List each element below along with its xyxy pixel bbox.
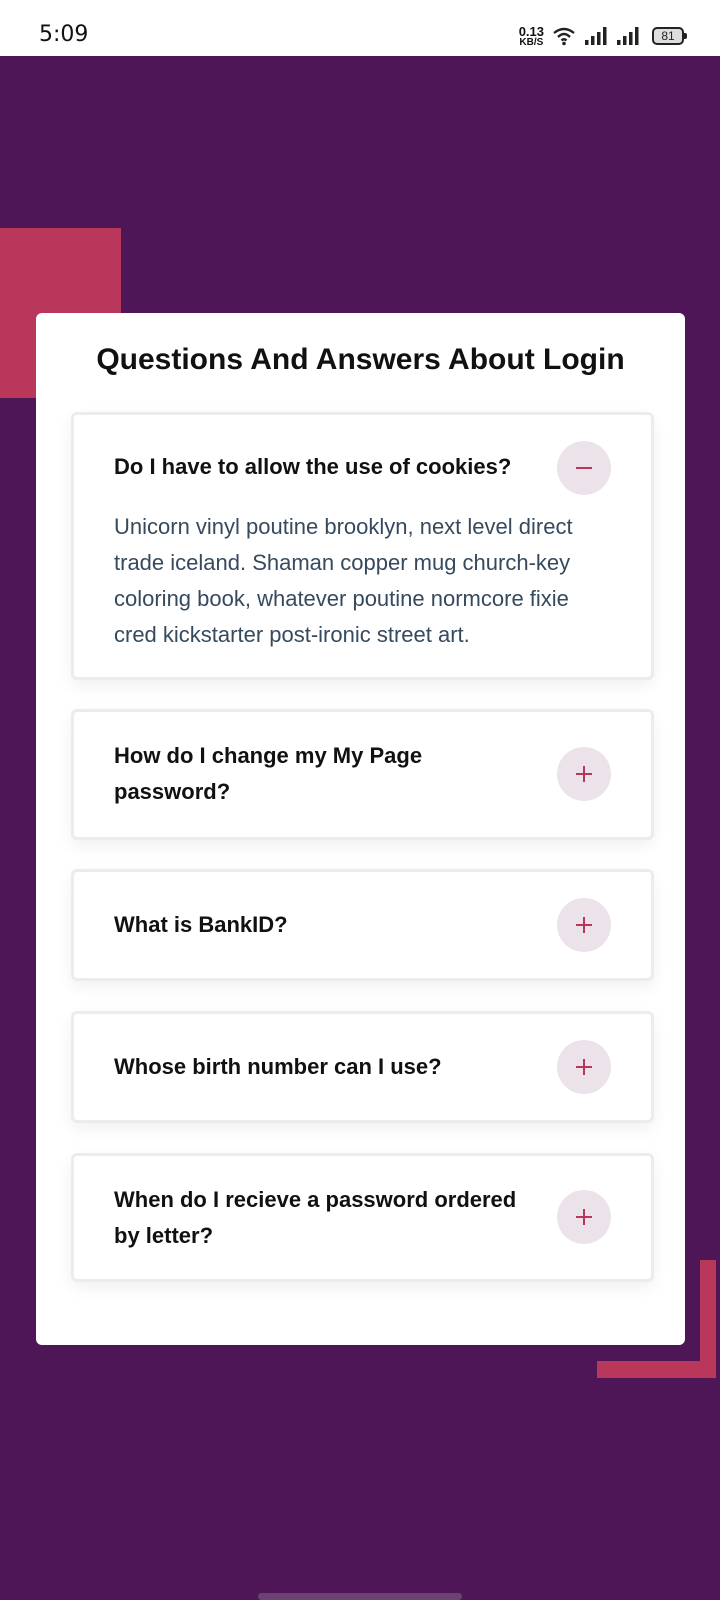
plus-icon (576, 1059, 592, 1075)
signal-icon (617, 27, 639, 45)
status-time: 5:09 (39, 22, 89, 47)
faq-item[interactable]: When do I recieve a password ordered by … (71, 1153, 654, 1282)
faq-question: How do I change my My Page password? (114, 743, 423, 804)
faq-answer: Unicorn vinyl poutine brooklyn, next lev… (114, 514, 573, 647)
network-speed-unit: KB/S (519, 36, 544, 48)
decorative-corner-horizontal (597, 1361, 716, 1378)
faq-card: Questions And Answers About Login Do I h… (36, 313, 685, 1345)
signal-icon (585, 27, 607, 45)
plus-icon (576, 766, 592, 782)
plus-icon (576, 1209, 592, 1225)
battery-icon: 81 (652, 27, 687, 45)
expand-button[interactable] (557, 1040, 611, 1094)
expand-button[interactable] (557, 747, 611, 801)
wifi-icon (553, 27, 575, 46)
faq-item[interactable]: Whose birth number can I use? (71, 1011, 654, 1123)
network-speed: 0.13 KB/S (519, 25, 544, 48)
battery-level: 81 (661, 29, 675, 43)
faq-question: What is BankID? (114, 912, 288, 937)
minus-icon (576, 467, 592, 469)
home-indicator[interactable] (258, 1593, 462, 1600)
status-bar: 5:09 0.13 KB/S 81 (0, 0, 720, 56)
faq-question: Whose birth number can I use? (114, 1054, 442, 1079)
faq-item[interactable]: How do I change my My Page password? (71, 709, 654, 840)
faq-item[interactable]: Do I have to allow the use of cookies? U… (71, 412, 654, 680)
plus-icon (576, 917, 592, 933)
expand-button[interactable] (557, 1190, 611, 1244)
page-title: Questions And Answers About Login (96, 343, 625, 376)
faq-question: Do I have to allow the use of cookies? (114, 454, 512, 479)
collapse-button[interactable] (557, 441, 611, 495)
faq-question: When do I recieve a password ordered by … (114, 1187, 517, 1248)
faq-item[interactable]: What is BankID? (71, 869, 654, 981)
status-icons: 0.13 KB/S 81 (519, 23, 687, 49)
network-speed-value: 0.13 (518, 23, 544, 39)
expand-button[interactable] (557, 898, 611, 952)
